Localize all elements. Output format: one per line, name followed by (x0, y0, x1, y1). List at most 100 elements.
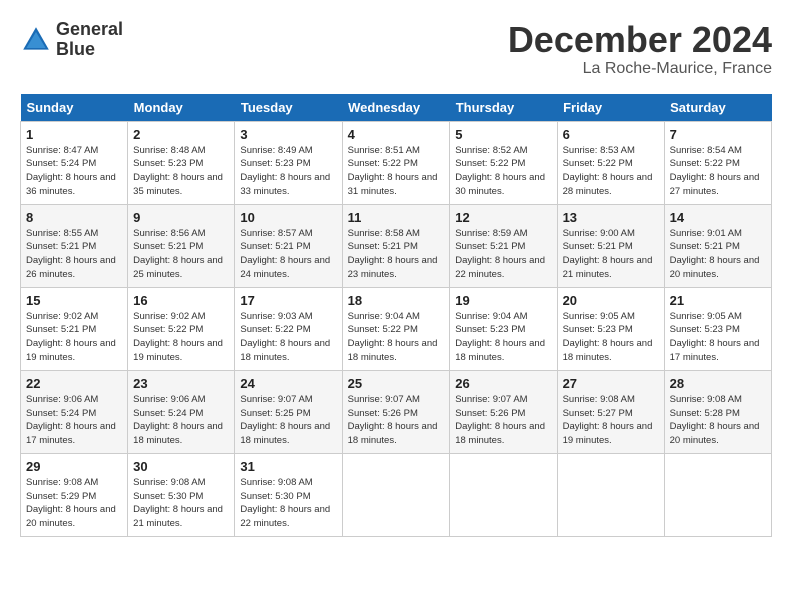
day-info: Sunrise: 9:08 AMSunset: 5:29 PMDaylight:… (26, 476, 122, 531)
title-section: December 2024 La Roche-Maurice, France (508, 20, 772, 78)
day-info: Sunrise: 8:52 AMSunset: 5:22 PMDaylight:… (455, 144, 551, 199)
calendar-day-9: 9 Sunrise: 8:56 AMSunset: 5:21 PMDaylight… (128, 204, 235, 287)
logo-icon (20, 24, 52, 56)
day-number: 10 (240, 210, 336, 225)
calendar-day-8: 8Sunrise: 8:55 AMSunset: 5:21 PMDaylight… (21, 204, 128, 287)
weekday-header-thursday: Thursday (450, 94, 557, 122)
calendar-day-2: 2 Sunrise: 8:48 AMSunset: 5:23 PMDaylight… (128, 121, 235, 204)
day-info: Sunrise: 9:08 AMSunset: 5:30 PMDaylight:… (240, 476, 336, 531)
day-info: Sunrise: 8:55 AMSunset: 5:21 PMDaylight:… (26, 227, 122, 282)
logo-text: General Blue (56, 20, 123, 60)
calendar-day-6: 6Sunrise: 8:53 AMSunset: 5:22 PMDaylight… (557, 121, 664, 204)
day-info: Sunrise: 8:58 AMSunset: 5:21 PMDaylight:… (348, 227, 445, 282)
day-info: Sunrise: 8:48 AMSunset: 5:23 PMDaylight:… (133, 144, 229, 199)
day-number: 23 (133, 376, 229, 391)
calendar-day-10: 10 Sunrise: 8:57 AMSunset: 5:21 PMDayligh… (235, 204, 342, 287)
day-number: 11 (348, 210, 445, 225)
month-title: December 2024 (508, 20, 772, 60)
empty-cell (557, 453, 664, 536)
day-number: 18 (348, 293, 445, 308)
day-number: 12 (455, 210, 551, 225)
day-number: 5 (455, 127, 551, 142)
day-info: Sunrise: 8:47 AMSunset: 5:24 PMDaylight:… (26, 144, 122, 199)
calendar-day-5: 5 Sunrise: 8:52 AMSunset: 5:22 PMDaylight… (450, 121, 557, 204)
empty-cell (342, 453, 450, 536)
calendar-day-13: 13 Sunrise: 9:00 AMSunset: 5:21 PMDayligh… (557, 204, 664, 287)
calendar-day-28: 28 Sunrise: 9:08 AMSunset: 5:28 PMDayligh… (664, 370, 771, 453)
day-info: Sunrise: 8:54 AMSunset: 5:22 PMDaylight:… (670, 144, 766, 199)
day-info: Sunrise: 8:51 AMSunset: 5:22 PMDaylight:… (348, 144, 445, 199)
calendar-day-31: 31 Sunrise: 9:08 AMSunset: 5:30 PMDayligh… (235, 453, 342, 536)
day-info: Sunrise: 9:05 AMSunset: 5:23 PMDaylight:… (563, 310, 659, 365)
calendar-day-3: 3Sunrise: 8:49 AMSunset: 5:23 PMDaylight… (235, 121, 342, 204)
calendar-day-14: 14 Sunrise: 9:01 AMSunset: 5:21 PMDayligh… (664, 204, 771, 287)
weekday-header-monday: Monday (128, 94, 235, 122)
day-info: Sunrise: 9:07 AMSunset: 5:26 PMDaylight:… (348, 393, 445, 448)
calendar-day-1: 1 Sunrise: 8:47 AMSunset: 5:24 PMDaylight… (21, 121, 128, 204)
day-number: 20 (563, 293, 659, 308)
calendar-day-29: 29 Sunrise: 9:08 AMSunset: 5:29 PMDayligh… (21, 453, 128, 536)
day-number: 6 (563, 127, 659, 142)
weekday-header-row: SundayMondayTuesdayWednesdayThursdayFrid… (21, 94, 772, 122)
day-number: 29 (26, 459, 122, 474)
day-info: Sunrise: 9:06 AMSunset: 5:24 PMDaylight:… (133, 393, 229, 448)
day-number: 25 (348, 376, 445, 391)
calendar-day-24: 24Sunrise: 9:07 AMSunset: 5:25 PMDayligh… (235, 370, 342, 453)
empty-cell (450, 453, 557, 536)
calendar-day-7: 7Sunrise: 8:54 AMSunset: 5:22 PMDaylight… (664, 121, 771, 204)
day-info: Sunrise: 9:04 AMSunset: 5:23 PMDaylight:… (455, 310, 551, 365)
calendar-week-4: 22 Sunrise: 9:06 AMSunset: 5:24 PMDayligh… (21, 370, 772, 453)
day-info: Sunrise: 9:06 AMSunset: 5:24 PMDaylight:… (26, 393, 122, 448)
calendar-table: SundayMondayTuesdayWednesdayThursdayFrid… (20, 94, 772, 537)
day-info: Sunrise: 9:03 AMSunset: 5:22 PMDaylight:… (240, 310, 336, 365)
calendar-week-1: 1 Sunrise: 8:47 AMSunset: 5:24 PMDaylight… (21, 121, 772, 204)
calendar-week-5: 29 Sunrise: 9:08 AMSunset: 5:29 PMDayligh… (21, 453, 772, 536)
day-number: 28 (670, 376, 766, 391)
weekday-header-sunday: Sunday (21, 94, 128, 122)
day-info: Sunrise: 8:57 AMSunset: 5:21 PMDaylight:… (240, 227, 336, 282)
calendar-day-25: 25 Sunrise: 9:07 AMSunset: 5:26 PMDayligh… (342, 370, 450, 453)
day-number: 31 (240, 459, 336, 474)
calendar-day-15: 15 Sunrise: 9:02 AMSunset: 5:21 PMDayligh… (21, 287, 128, 370)
day-number: 4 (348, 127, 445, 142)
day-number: 16 (133, 293, 229, 308)
calendar-day-30: 30Sunrise: 9:08 AMSunset: 5:30 PMDayligh… (128, 453, 235, 536)
day-number: 15 (26, 293, 122, 308)
day-info: Sunrise: 8:56 AMSunset: 5:21 PMDaylight:… (133, 227, 229, 282)
day-info: Sunrise: 9:08 AMSunset: 5:28 PMDaylight:… (670, 393, 766, 448)
calendar-day-11: 11 Sunrise: 8:58 AMSunset: 5:21 PMDayligh… (342, 204, 450, 287)
day-number: 17 (240, 293, 336, 308)
day-info: Sunrise: 9:05 AMSunset: 5:23 PMDaylight:… (670, 310, 766, 365)
day-number: 22 (26, 376, 122, 391)
day-info: Sunrise: 9:08 AMSunset: 5:27 PMDaylight:… (563, 393, 659, 448)
calendar-day-4: 4 Sunrise: 8:51 AMSunset: 5:22 PMDaylight… (342, 121, 450, 204)
calendar-day-17: 17 Sunrise: 9:03 AMSunset: 5:22 PMDayligh… (235, 287, 342, 370)
calendar-day-27: 27 Sunrise: 9:08 AMSunset: 5:27 PMDayligh… (557, 370, 664, 453)
day-number: 2 (133, 127, 229, 142)
location: La Roche-Maurice, France (508, 60, 772, 78)
day-number: 27 (563, 376, 659, 391)
day-number: 1 (26, 127, 122, 142)
calendar-day-21: 21 Sunrise: 9:05 AMSunset: 5:23 PMDayligh… (664, 287, 771, 370)
logo: General Blue (20, 20, 123, 60)
weekday-header-tuesday: Tuesday (235, 94, 342, 122)
calendar-day-23: 23 Sunrise: 9:06 AMSunset: 5:24 PMDayligh… (128, 370, 235, 453)
day-info: Sunrise: 9:00 AMSunset: 5:21 PMDaylight:… (563, 227, 659, 282)
day-number: 24 (240, 376, 336, 391)
day-number: 21 (670, 293, 766, 308)
calendar-day-20: 20 Sunrise: 9:05 AMSunset: 5:23 PMDayligh… (557, 287, 664, 370)
day-info: Sunrise: 9:01 AMSunset: 5:21 PMDaylight:… (670, 227, 766, 282)
calendar-week-2: 8Sunrise: 8:55 AMSunset: 5:21 PMDaylight… (21, 204, 772, 287)
day-number: 14 (670, 210, 766, 225)
calendar-day-22: 22 Sunrise: 9:06 AMSunset: 5:24 PMDayligh… (21, 370, 128, 453)
day-info: Sunrise: 9:02 AMSunset: 5:21 PMDaylight:… (26, 310, 122, 365)
calendar-day-16: 16Sunrise: 9:02 AMSunset: 5:22 PMDayligh… (128, 287, 235, 370)
calendar-week-3: 15 Sunrise: 9:02 AMSunset: 5:21 PMDayligh… (21, 287, 772, 370)
weekday-header-saturday: Saturday (664, 94, 771, 122)
day-number: 9 (133, 210, 229, 225)
day-info: Sunrise: 8:49 AMSunset: 5:23 PMDaylight:… (240, 144, 336, 199)
day-number: 30 (133, 459, 229, 474)
day-number: 13 (563, 210, 659, 225)
day-info: Sunrise: 9:04 AMSunset: 5:22 PMDaylight:… (348, 310, 445, 365)
day-number: 19 (455, 293, 551, 308)
